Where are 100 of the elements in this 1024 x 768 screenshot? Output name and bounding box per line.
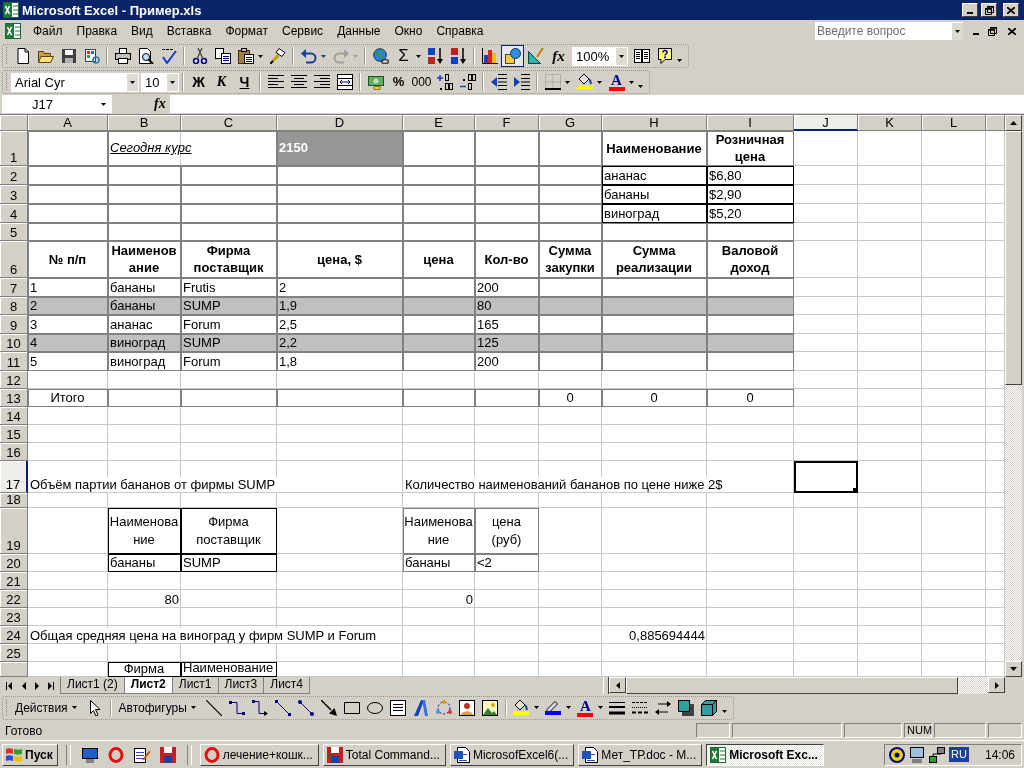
caret-icon[interactable] [597, 80, 602, 84]
row-header[interactable]: 4 [0, 204, 28, 223]
column-header[interactable]: H [602, 115, 707, 131]
line-icon[interactable] [206, 699, 223, 716]
menu-item[interactable]: Правка [69, 22, 125, 40]
italic-button[interactable]: К [210, 71, 233, 93]
column-header[interactable] [986, 115, 1005, 131]
caret-icon[interactable] [258, 54, 263, 58]
row-header[interactable]: 2 [0, 166, 28, 185]
ring-icon[interactable] [107, 746, 124, 763]
spreadsheet-icon[interactable] [5, 23, 21, 39]
wordart-icon[interactable] [413, 699, 430, 716]
oval-icon[interactable] [367, 699, 384, 716]
taskbar-button[interactable]: лечение+кошк... [199, 743, 319, 766]
name-box[interactable]: J17 [2, 95, 112, 113]
bar-chart-icon[interactable] [481, 48, 498, 64]
row-header[interactable]: 23 [0, 608, 28, 626]
column-header[interactable]: G [539, 115, 602, 131]
drawing-button[interactable] [501, 45, 524, 67]
grip-icon[interactable] [5, 47, 8, 65]
paintbrush-icon[interactable] [269, 48, 286, 64]
sheet-tab[interactable]: Лист2 [123, 677, 173, 694]
next-sheet-icon[interactable] [34, 681, 40, 690]
row-header[interactable]: 8 [0, 297, 28, 315]
toolbar-options-icon[interactable] [638, 84, 643, 88]
column-header[interactable]: I [707, 115, 794, 131]
column-header[interactable]: L [922, 115, 986, 131]
diagram-icon[interactable] [436, 699, 453, 716]
row-header[interactable]: 1 [0, 131, 28, 166]
selected-cell[interactable] [794, 461, 858, 493]
row-header[interactable]: 24 [0, 626, 28, 644]
row-header[interactable]: 9 [0, 315, 28, 334]
copy-icon[interactable] [214, 48, 231, 64]
minimize-button[interactable] [962, 3, 978, 17]
column-header[interactable]: A [28, 115, 108, 131]
font-field[interactable]: Arial Cyr [11, 72, 139, 92]
decrease-decimal-icon[interactable] [459, 74, 476, 90]
taskbar-button[interactable]: Total Command... [322, 743, 446, 766]
increase-indent-icon[interactable] [513, 74, 530, 90]
menu-item[interactable]: Справка [429, 22, 491, 40]
globe-icon[interactable] [372, 48, 389, 64]
paste-icon[interactable] [237, 48, 254, 64]
row-header[interactable]: 14 [0, 407, 28, 425]
arrow-style-icon[interactable] [655, 699, 672, 716]
cube-icon[interactable] [701, 699, 718, 716]
taskbar-button[interactable]: MicrosofExcel6(... [449, 743, 575, 766]
row-header[interactable]: 21 [0, 572, 28, 590]
elbow-connector-icon[interactable] [229, 699, 246, 716]
bold-button[interactable]: Ж [187, 71, 210, 93]
caret-icon[interactable] [565, 706, 571, 709]
line-style-icon[interactable] [609, 699, 626, 716]
computer-icon[interactable] [909, 746, 926, 763]
caret-icon[interactable] [629, 80, 634, 84]
elbow-arrow-connector-icon[interactable] [252, 699, 269, 716]
row-header[interactable]: 17 [0, 461, 28, 493]
decrease-indent-icon[interactable] [490, 74, 507, 90]
scroll-thumb[interactable] [626, 677, 958, 694]
save-icon[interactable] [60, 48, 77, 64]
restore-button[interactable] [981, 3, 997, 17]
monitor-icon[interactable] [81, 746, 98, 763]
column-header[interactable]: F [475, 115, 539, 131]
taskbar-button[interactable]: Microsoft Exc... [706, 743, 824, 766]
row-header[interactable]: 3 [0, 185, 28, 204]
arrow-icon[interactable] [321, 699, 338, 716]
row-header[interactable]: 11 [0, 352, 28, 371]
row-header[interactable]: 12 [0, 371, 28, 389]
column-header[interactable]: K [858, 115, 922, 131]
toolbar-options-icon[interactable] [721, 710, 727, 713]
text-box-icon[interactable] [390, 699, 407, 716]
dash-style-icon[interactable] [632, 699, 649, 716]
close-button[interactable] [1003, 3, 1019, 17]
framed-figure-icon[interactable] [459, 699, 476, 716]
percent-button[interactable]: % [387, 71, 410, 93]
spreadsheet-icon[interactable] [3, 2, 19, 18]
tab-split-handle[interactable] [603, 677, 609, 694]
rectangle-icon[interactable] [344, 699, 361, 716]
cut-icon[interactable] [191, 48, 208, 64]
caret-icon[interactable] [597, 706, 603, 709]
print-preview-icon[interactable] [137, 48, 154, 64]
increase-decimal-icon[interactable] [436, 74, 453, 90]
paint-bucket-icon[interactable] [576, 73, 593, 85]
menu-item[interactable]: Сервис [275, 22, 331, 40]
font-size-field[interactable]: 10 [141, 72, 179, 92]
paint-bucket-icon[interactable] [513, 698, 530, 711]
borders-icon[interactable] [544, 74, 561, 90]
zoom-field[interactable]: 100% [572, 46, 628, 66]
grip-icon[interactable] [5, 698, 8, 717]
help-search-field[interactable]: Введите вопрос [815, 22, 963, 40]
scroll-left-button[interactable] [609, 677, 626, 693]
font-color-button[interactable]: A [605, 71, 628, 93]
autosum-button[interactable]: Σ [392, 45, 415, 67]
row-header[interactable]: 18 [0, 493, 28, 508]
row-header[interactable]: 5 [0, 223, 28, 241]
scroll-right-button[interactable] [988, 677, 1005, 693]
merge-center-icon[interactable] [336, 74, 353, 90]
open-folder-icon[interactable] [37, 48, 54, 64]
row-header[interactable]: 22 [0, 590, 28, 608]
print-icon[interactable] [114, 48, 131, 64]
notepad-icon[interactable] [133, 746, 150, 763]
row-header[interactable]: 13 [0, 389, 28, 407]
